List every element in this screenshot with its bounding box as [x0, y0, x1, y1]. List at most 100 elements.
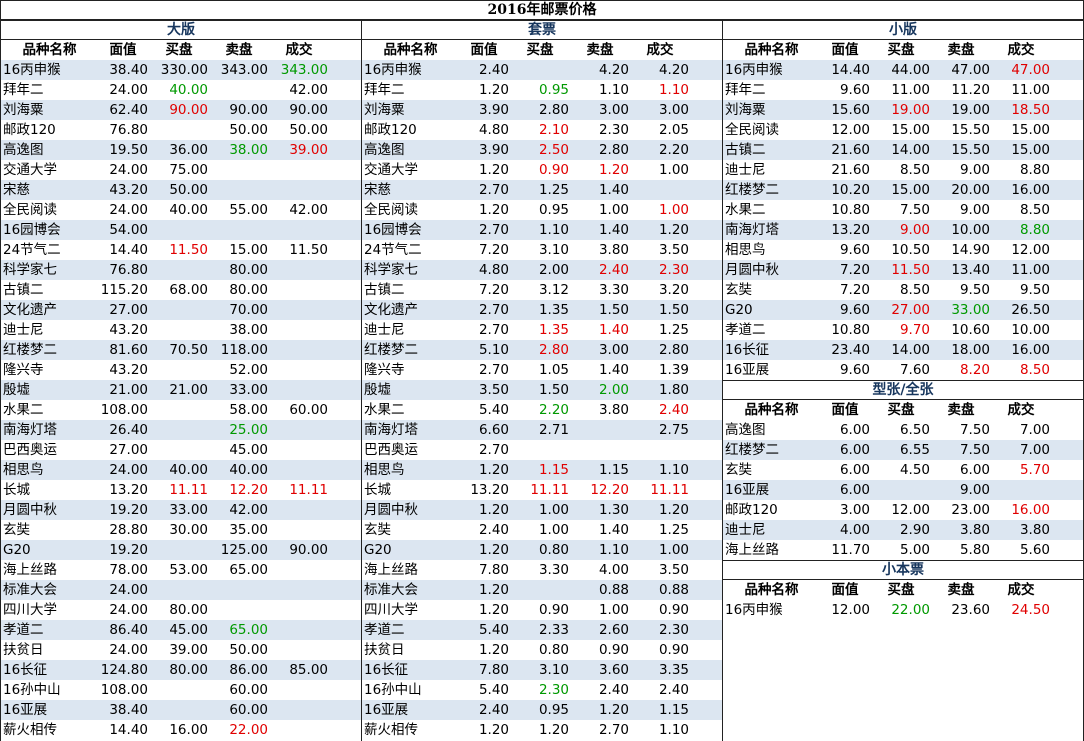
header-row: 品种名称 面值 买盘 卖盘 成交: [1, 40, 361, 60]
col-name: 扶贫日: [3, 642, 44, 658]
col-ask: 14.90: [951, 242, 990, 258]
col-trade: 11.11: [650, 482, 689, 498]
col-face-value: 27.00: [109, 442, 148, 458]
table-row: 孝道二 10.80 9.70 10.60 10.00: [723, 320, 1083, 340]
col-bid: 12.00: [891, 502, 930, 518]
col-name: 科学家七: [3, 262, 57, 278]
col-trade: [270, 340, 330, 360]
col-trade: [270, 460, 330, 480]
table-row: 拜年二 24.00 40.00 42.00: [1, 80, 361, 100]
col-face-value: 6.00: [839, 442, 870, 458]
col-face-value: 12.00: [831, 602, 870, 618]
col-face-value: 1.20: [478, 82, 509, 98]
col-bid: 1.50: [538, 382, 569, 398]
col-ask: [210, 180, 270, 200]
col-name: 相思鸟: [725, 242, 766, 258]
header-row: 品种名称 面值 买盘 卖盘 成交: [362, 40, 722, 60]
col-name: 红楼梦二: [3, 342, 57, 358]
col-name: 全民阅读: [3, 202, 57, 218]
table-row: 迪士尼 4.00 2.90 3.80 3.80: [723, 520, 1083, 540]
table-row: 玄奘 2.40 1.00 1.40 1.25: [362, 520, 722, 540]
col-ask: 9.00: [959, 162, 990, 178]
col-name: 16丙申猴: [3, 62, 61, 78]
col-name: 四川大学: [3, 602, 57, 618]
col-bid: 7.60: [899, 362, 930, 378]
col-bid: 0.95: [538, 202, 569, 218]
col-name: 高逸图: [364, 142, 405, 158]
col-ask: 2.30: [598, 122, 629, 138]
col-name: 海上丝路: [725, 542, 779, 558]
col-face-value: 24.00: [109, 82, 148, 98]
col-trade: [270, 420, 330, 440]
table-row: 迪士尼 2.70 1.35 1.40 1.25: [362, 320, 722, 340]
col-ask: 42.00: [229, 502, 268, 518]
col-ask: 80.00: [229, 262, 268, 278]
col-ask: 1.10: [598, 542, 629, 558]
table-row: 全民阅读 24.00 40.00 55.00 42.00: [1, 200, 361, 220]
col-trade: [270, 500, 330, 520]
col-ask: 3.80: [598, 402, 629, 418]
col-bid: 40.00: [169, 82, 208, 98]
col-ask: 118.00: [220, 342, 268, 358]
col-bid: 3.12: [538, 282, 569, 298]
col-name: 隆兴寺: [3, 362, 44, 378]
col-trade: 39.00: [289, 142, 328, 158]
table-row: 薪火相传 1.20 1.20 2.70 1.10: [362, 720, 722, 740]
table-row: 交通大学 24.00 75.00: [1, 160, 361, 180]
col-name: 水果二: [725, 202, 766, 218]
col-name: 月圆中秋: [364, 502, 418, 518]
col-ask: 3.80: [598, 242, 629, 258]
table-row: 相思鸟 1.20 1.15 1.15 1.10: [362, 460, 722, 480]
col-name: 薪火相传: [364, 722, 418, 738]
col-face-value: 3.00: [839, 502, 870, 518]
col-name: 全民阅读: [364, 202, 418, 218]
col-trade: 11.00: [1011, 82, 1050, 98]
table-row: 科学家七 76.80 80.00: [1, 260, 361, 280]
col-ask: 6.00: [959, 462, 990, 478]
table-row: 16亚展 38.40 60.00: [1, 700, 361, 720]
col-ask: 20.00: [951, 182, 990, 198]
col-name: 海上丝路: [3, 562, 57, 578]
col-ask: 2.70: [598, 722, 629, 738]
section-title-large: 大版: [1, 20, 361, 40]
col-name: 文化遗产: [364, 302, 418, 318]
col-bid: [511, 60, 571, 80]
col-name: 标准大会: [364, 582, 418, 598]
col-face-value: 6.00: [839, 482, 870, 498]
col-trade: 50.00: [289, 122, 328, 138]
col-trade: 1.00: [658, 542, 689, 558]
col-ask: 15.50: [951, 122, 990, 138]
col-name: 孝道二: [3, 622, 44, 638]
panel-large: 大版 品种名称 面值 买盘 卖盘 成交 16丙申猴 38.40 330.00 343.00 343.…: [0, 20, 362, 741]
table-row: 迪士尼 43.20 38.00: [1, 320, 361, 340]
col-name: 24节气二: [364, 242, 422, 258]
col-trade: [270, 580, 330, 600]
table-row: 16孙中山 5.40 2.30 2.40 2.40: [362, 680, 722, 700]
col-name: 科学家七: [364, 262, 418, 278]
header-col-name: 品种名称: [744, 42, 799, 58]
col-name: 南海灯塔: [364, 422, 418, 438]
col-bid: [150, 220, 210, 240]
col-face-value: 38.40: [109, 702, 148, 718]
col-trade: 1.10: [658, 82, 689, 98]
col-bid: 15.00: [891, 182, 930, 198]
col-bid: 1.25: [538, 182, 569, 198]
col-ask: 1.40: [598, 322, 629, 338]
col-bid: 21.00: [169, 382, 208, 398]
col-bid: [511, 580, 571, 600]
col-face-value: 5.10: [478, 342, 509, 358]
table-row: 相思鸟 24.00 40.00 40.00: [1, 460, 361, 480]
col-ask: 23.00: [951, 502, 990, 518]
col-ask: 18.00: [951, 342, 990, 358]
col-face-value: 24.00: [109, 602, 148, 618]
col-trade: 2.05: [658, 122, 689, 138]
section-title-small: 小版: [723, 20, 1083, 40]
table-row: 相思鸟 9.60 10.50 14.90 12.00: [723, 240, 1083, 260]
table-row: 长城 13.20 11.11 12.20 11.11: [362, 480, 722, 500]
col-face-value: 86.40: [109, 622, 148, 638]
col-bid: 6.50: [899, 422, 930, 438]
col-trade: 0.88: [658, 582, 689, 598]
col-ask: 7.50: [959, 422, 990, 438]
col-trade: 343.00: [280, 62, 328, 78]
col-bid: [150, 120, 210, 140]
